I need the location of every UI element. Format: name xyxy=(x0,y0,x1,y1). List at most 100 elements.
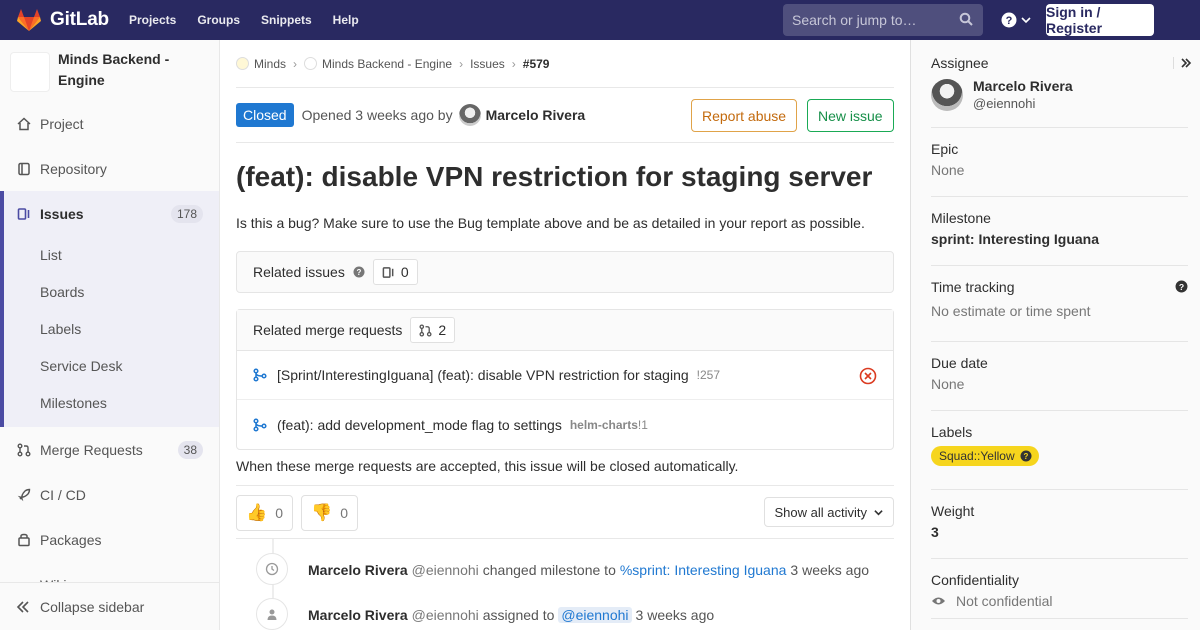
confidentiality-value: Not confidential xyxy=(956,593,1053,609)
weight-value: 3 xyxy=(931,524,939,540)
sidebar-item-issues[interactable]: Issues 178 xyxy=(0,191,219,236)
time-tracking-section: Time tracking ? No estimate or time spen… xyxy=(931,266,1188,342)
related-mr-label: Related merge requests xyxy=(253,322,403,338)
label-badge[interactable]: Squad::Yellow ? xyxy=(931,446,1039,466)
mr-title-link[interactable]: [Sprint/InterestingIguana] (feat): disab… xyxy=(277,367,689,383)
nav-groups[interactable]: Groups xyxy=(197,13,240,27)
search-input[interactable]: Search or jump to… xyxy=(783,4,983,36)
expand-sidebar-icon[interactable] xyxy=(1173,57,1192,69)
time-tracking-value: No estimate or time spent xyxy=(931,303,1091,319)
gitlab-logo[interactable]: GitLab xyxy=(16,7,109,33)
confidentiality-section: Confidentiality Not confidential xyxy=(931,559,1188,619)
milestone-link[interactable]: sprint: Interesting Iguana xyxy=(931,231,1188,247)
merge-request-icon xyxy=(253,368,267,382)
activity-filter-dropdown[interactable]: Show all activity xyxy=(763,497,894,527)
assignee-section: Assignee Marcelo Rivera @eiennohi xyxy=(931,40,1192,128)
auto-close-note: When these merge requests are accepted, … xyxy=(236,458,739,474)
note-author[interactable]: Marcelo Rivera xyxy=(308,562,408,578)
due-date-section: Due date None xyxy=(931,342,1188,411)
related-mr-header: Related merge requests 2 xyxy=(237,310,893,351)
chevron-right-icon: › xyxy=(459,56,464,71)
related-issues-count: 0 xyxy=(372,259,418,285)
list-item[interactable]: [Sprint/InterestingIguana] (feat): disab… xyxy=(237,351,893,400)
sign-in-button[interactable]: Sign in / Register xyxy=(1046,4,1154,36)
question-icon: ? xyxy=(1020,450,1032,462)
book-icon xyxy=(16,161,32,177)
sidebar-item-label: CI / CD xyxy=(40,486,86,503)
sidebar-item-repository[interactable]: Repository xyxy=(0,146,219,191)
user-mention[interactable]: @eiennohi xyxy=(558,606,632,623)
assignee-name: Marcelo Rivera xyxy=(973,78,1073,94)
note-action: changed milestone to xyxy=(482,561,616,578)
avatar[interactable] xyxy=(458,104,481,126)
sidebar-item-packages[interactable]: Packages xyxy=(0,517,219,562)
issue-sidebar: Assignee Marcelo Rivera @eiennohi Epic N… xyxy=(910,40,1200,630)
chevron-right-icon: › xyxy=(511,56,516,71)
note-time: 3 weeks ago xyxy=(635,606,715,623)
assignee-label: Assignee xyxy=(931,55,989,71)
sidebar-item-label: Issues xyxy=(40,205,84,222)
sidebar-item-label: Repository xyxy=(40,160,107,177)
note-time: 3 weeks ago xyxy=(790,561,870,578)
note-username[interactable]: @eiennohi xyxy=(412,607,479,623)
question-icon[interactable]: ? xyxy=(353,266,365,278)
sidebar-subitem-labels[interactable]: Labels xyxy=(0,310,219,347)
opened-text: Opened 3 weeks ago by xyxy=(301,107,453,123)
milestone-link[interactable]: %sprint: Interesting Iguana xyxy=(620,562,787,578)
chevron-down-icon xyxy=(874,509,883,515)
labels-section: Labels Squad::Yellow ? xyxy=(931,411,1188,490)
project-header[interactable]: Minds Backend - Engine xyxy=(0,40,219,101)
svg-text:?: ? xyxy=(1023,452,1028,461)
note-author[interactable]: Marcelo Rivera xyxy=(308,607,408,623)
new-issue-button[interactable]: New issue xyxy=(807,99,894,132)
sidebar-subitem-list[interactable]: List xyxy=(0,236,219,273)
project-name: Minds Backend - Engine xyxy=(58,51,170,88)
note-username[interactable]: @eiennohi xyxy=(412,562,479,578)
issues-submenu: List Boards Labels Service Desk Mileston… xyxy=(0,236,219,427)
nav-help[interactable]: Help xyxy=(333,13,359,27)
collapse-sidebar-button[interactable]: Collapse sidebar xyxy=(0,582,219,630)
assignee-user[interactable]: Marcelo Rivera @eiennohi xyxy=(931,77,1188,113)
sidebar-subitem-service-desk[interactable]: Service Desk xyxy=(0,347,219,384)
merge-request-icon xyxy=(419,323,432,337)
breadcrumb-minds[interactable]: Minds xyxy=(236,56,286,71)
issue-description: Is this a bug? Make sure to use the Bug … xyxy=(236,215,865,231)
system-note: Marcelo Rivera @eiennohi assigned to @ei… xyxy=(236,592,894,630)
nav-projects[interactable]: Projects xyxy=(129,13,176,27)
question-icon[interactable]: ? xyxy=(1175,280,1188,293)
activity-timeline: Marcelo Rivera @eiennohi changed milesto… xyxy=(236,539,894,630)
issue-title: (feat): disable VPN restriction for stag… xyxy=(236,161,873,192)
list-item[interactable]: (feat): add development_mode flag to set… xyxy=(237,400,893,449)
confidentiality-label: Confidentiality xyxy=(931,572,1019,588)
author-link[interactable]: Marcelo Rivera xyxy=(486,107,586,123)
mr-title-link[interactable]: (feat): add development_mode flag to set… xyxy=(277,417,562,433)
help-dropdown[interactable]: ? xyxy=(1001,12,1031,28)
breadcrumb-project[interactable]: Minds Backend - Engine xyxy=(304,56,452,71)
chevron-down-icon xyxy=(1021,17,1031,24)
gitlab-tanuki-icon xyxy=(17,9,41,31)
thumbs-down-button[interactable]: 👎 0 xyxy=(301,495,358,531)
user-icon xyxy=(256,598,288,630)
breadcrumb-issue-id[interactable]: #579 xyxy=(523,57,550,71)
sidebar-item-project[interactable]: Project xyxy=(0,101,219,146)
sidebar-subitem-boards[interactable]: Boards xyxy=(0,273,219,310)
mr-count-badge: 38 xyxy=(177,440,203,459)
labels-label: Labels xyxy=(931,424,973,440)
confidentiality-value-row: Not confidential xyxy=(931,593,1188,609)
issue-main: Minds › Minds Backend - Engine › Issues … xyxy=(236,40,894,630)
report-abuse-button[interactable]: Report abuse xyxy=(691,99,798,132)
nav-snippets[interactable]: Snippets xyxy=(261,13,312,27)
sidebar-item-ci-cd[interactable]: CI / CD xyxy=(0,472,219,517)
issues-icon xyxy=(16,206,32,222)
milestone-label: Milestone xyxy=(931,210,991,226)
svg-text:?: ? xyxy=(1006,15,1013,27)
time-tracking-label: Time tracking xyxy=(931,279,1015,295)
svg-text:?: ? xyxy=(1179,282,1184,292)
collapse-label: Collapse sidebar xyxy=(40,598,145,615)
breadcrumb-issues[interactable]: Issues xyxy=(470,57,505,71)
sidebar-subitem-milestones[interactable]: Milestones xyxy=(0,384,219,421)
thumbs-up-button[interactable]: 👍 0 xyxy=(236,495,293,531)
divider xyxy=(236,485,894,486)
sidebar-item-merge-requests[interactable]: Merge Requests 38 xyxy=(0,427,219,472)
search-icon xyxy=(959,12,973,29)
